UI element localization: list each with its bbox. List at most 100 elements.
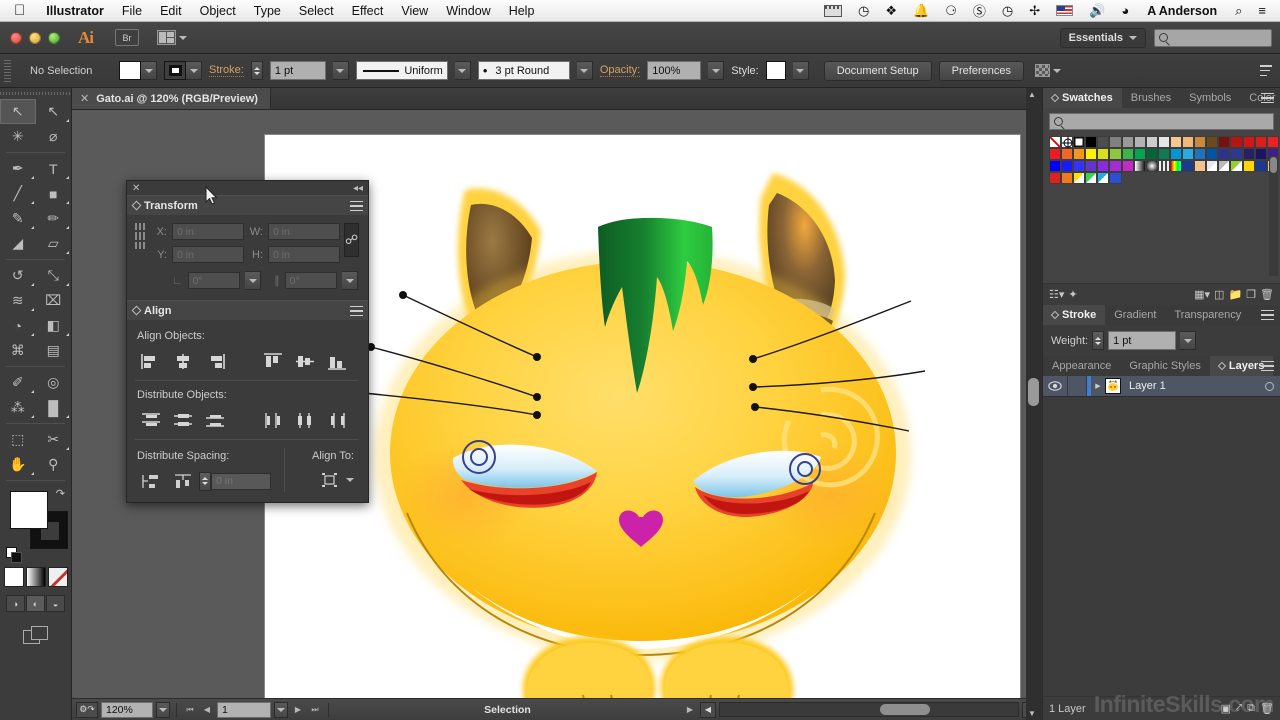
- w-input[interactable]: 0 in: [268, 223, 340, 240]
- color-swatch[interactable]: [1255, 136, 1267, 148]
- draw-inside-icon[interactable]: ◒: [46, 595, 65, 612]
- us-flag-icon[interactable]: [1048, 5, 1081, 16]
- color-swatch[interactable]: [1158, 136, 1170, 148]
- make-clipping-mask-icon[interactable]: ▣: [1221, 702, 1231, 715]
- color-swatch[interactable]: [1122, 160, 1134, 172]
- magic-wand-tool[interactable]: ✳: [0, 124, 36, 149]
- color-swatch[interactable]: [1085, 160, 1097, 172]
- layer-name[interactable]: Layer 1: [1121, 380, 1258, 392]
- panel-menu-icon[interactable]: [350, 201, 363, 211]
- artboard-tool[interactable]: ⬚: [0, 427, 36, 452]
- reference-point-selector[interactable]: [135, 223, 145, 249]
- line-segment-tool[interactable]: ╱: [0, 181, 36, 206]
- color-swatch[interactable]: [1146, 148, 1158, 160]
- color-swatch[interactable]: [1122, 136, 1134, 148]
- color-swatch[interactable]: [1218, 148, 1230, 160]
- stroke-tab-transparency[interactable]: Transparency: [1165, 305, 1250, 325]
- rotate-tool[interactable]: ↺: [0, 263, 36, 288]
- color-swatch[interactable]: [1049, 136, 1061, 148]
- color-swatch[interactable]: [1134, 136, 1146, 148]
- swatches-tab-brushes[interactable]: Brushes: [1122, 88, 1180, 108]
- color-swatch[interactable]: [1085, 136, 1097, 148]
- scale-tool[interactable]: ⤡: [36, 263, 72, 288]
- stroke-tab-stroke[interactable]: Stroke: [1043, 305, 1105, 325]
- layer-lock-toggle[interactable]: [1067, 376, 1087, 396]
- color-swatch[interactable]: [1134, 160, 1146, 172]
- stroke-profile-dropdown[interactable]: [455, 61, 471, 80]
- opacity-input[interactable]: 100%: [647, 61, 701, 80]
- delete-selection-icon[interactable]: 🗑: [1260, 702, 1274, 715]
- stroke-weight-input[interactable]: 1 pt: [270, 61, 326, 80]
- color-swatch[interactable]: [1097, 172, 1109, 184]
- maximize-window-button[interactable]: [48, 32, 60, 44]
- color-swatch[interactable]: [1109, 148, 1121, 160]
- color-swatch[interactable]: [1243, 160, 1255, 172]
- chevron-down-icon[interactable]: [346, 478, 354, 482]
- rotate-angle-dropdown[interactable]: [245, 271, 261, 290]
- stroke-tab-gradient[interactable]: Gradient: [1105, 305, 1165, 325]
- spacing-stepper[interactable]: [199, 472, 211, 491]
- align-bottom-edge-button[interactable]: [321, 350, 353, 372]
- x-input[interactable]: 0 in: [172, 223, 244, 240]
- apple-logo-icon[interactable]: : [14, 3, 25, 18]
- rectangle-tool[interactable]: ■: [36, 181, 72, 206]
- fill-dropdown-button[interactable]: [141, 61, 157, 80]
- draw-behind-icon[interactable]: ◐: [26, 595, 45, 612]
- y-input[interactable]: 0 in: [172, 246, 244, 263]
- shear-angle-dropdown[interactable]: [342, 271, 358, 290]
- layer-expand-triangle[interactable]: ▶: [1091, 382, 1105, 390]
- last-artboard-button[interactable]: ⏭: [308, 702, 322, 718]
- gradient-fill-icon[interactable]: [26, 567, 46, 587]
- close-icon[interactable]: ✕: [80, 92, 89, 105]
- stroke-weight-stepper[interactable]: [251, 61, 263, 80]
- list-icon[interactable]: ≡: [1250, 3, 1274, 18]
- pen-tool[interactable]: ✒: [0, 156, 36, 181]
- canvas-hscroll-thumb[interactable]: [880, 704, 930, 715]
- create-new-sublayer-icon[interactable]: ⤤: [1236, 702, 1242, 715]
- selection-tool[interactable]: ↖: [0, 99, 36, 124]
- new-swatch-icon[interactable]: ❐: [1246, 288, 1256, 301]
- slice-tool[interactable]: ✂: [36, 427, 72, 452]
- color-swatch[interactable]: [1097, 148, 1109, 160]
- help-search-input[interactable]: [1154, 29, 1272, 47]
- layer-target-indicator[interactable]: [1258, 382, 1280, 391]
- artboard[interactable]: [265, 135, 1020, 698]
- stroke-color-swatch[interactable]: [164, 61, 186, 80]
- swatch-libraries-icon[interactable]: ☷▾: [1049, 288, 1064, 301]
- free-transform-tool[interactable]: ⌧: [36, 288, 72, 313]
- control-bar-menu-button[interactable]: [1260, 65, 1280, 76]
- color-swatch[interactable]: [1243, 136, 1255, 148]
- panel-menu-icon[interactable]: [350, 306, 363, 316]
- direct-selection-tool[interactable]: ↖: [36, 99, 72, 124]
- none-fill-icon[interactable]: [48, 567, 68, 587]
- blend-tool[interactable]: ◎: [36, 370, 72, 395]
- color-swatch[interactable]: [1230, 136, 1242, 148]
- stroke-dropdown-button[interactable]: [186, 61, 202, 80]
- brush-definition-select[interactable]: • 3 pt Round: [478, 61, 570, 80]
- menu-item-view[interactable]: View: [392, 4, 437, 18]
- transform-align-floating-panel[interactable]: ✕ ◂◂ Transform X: 0 in W: 0 in: [126, 180, 369, 503]
- delete-swatch-icon[interactable]: 🗑: [1260, 288, 1274, 301]
- color-swatch[interactable]: [1085, 172, 1097, 184]
- dock-scroll-thumb[interactable]: [1028, 378, 1039, 406]
- timemachine-icon[interactable]: ◷: [850, 3, 877, 19]
- layers-list[interactable]: ▶ Layer 1: [1043, 376, 1280, 576]
- new-color-group-icon[interactable]: 📁: [1228, 288, 1242, 301]
- paintbrush-tool[interactable]: ✎: [0, 206, 36, 231]
- volume-icon[interactable]: 🔊: [1081, 3, 1113, 19]
- shape-builder-tool[interactable]: ◔: [0, 313, 36, 338]
- color-swatch[interactable]: [1073, 148, 1085, 160]
- graphic-style-swatch[interactable]: [766, 61, 786, 80]
- layers-tab-appearance[interactable]: Appearance: [1043, 356, 1120, 376]
- color-swatch[interactable]: [1061, 148, 1073, 160]
- color-swatch[interactable]: [1206, 148, 1218, 160]
- fill-swatch-control[interactable]: [119, 61, 157, 80]
- search-icon[interactable]: ⌕: [1227, 3, 1250, 19]
- swatch-search-input[interactable]: [1049, 113, 1274, 130]
- column-graph-tool[interactable]: █: [36, 395, 72, 420]
- perspective-grid-tool[interactable]: ◧: [36, 313, 72, 338]
- mesh-tool[interactable]: ⌘: [0, 338, 36, 363]
- constrain-proportions-button[interactable]: ☍: [344, 223, 359, 257]
- align-vertical-center-button[interactable]: [289, 350, 321, 372]
- menu-item-edit[interactable]: Edit: [151, 4, 191, 18]
